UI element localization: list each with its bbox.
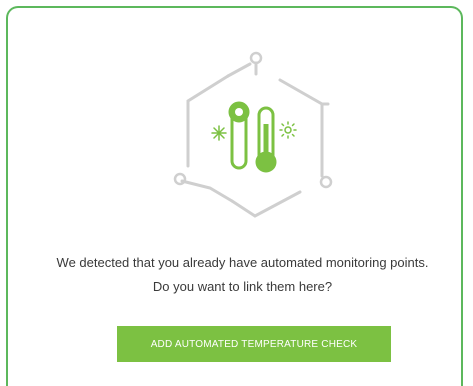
- detection-message-line2: Do you want to link them here?: [152, 279, 333, 294]
- sun-icon: [279, 121, 297, 139]
- detection-message: We detected that you already have automa…: [8, 251, 473, 299]
- hexagon-network-icon: [173, 51, 333, 218]
- automation-card: We detected that you already have automa…: [6, 6, 463, 386]
- detection-message-line1: We detected that you already have automa…: [56, 255, 429, 270]
- snowflake-icon: [211, 125, 227, 141]
- thermometer-icon: [228, 101, 277, 173]
- add-automated-temperature-check-button[interactable]: ADD AUTOMATED TEMPERATURE CHECK: [117, 326, 391, 362]
- temperature-illustration: [173, 51, 333, 218]
